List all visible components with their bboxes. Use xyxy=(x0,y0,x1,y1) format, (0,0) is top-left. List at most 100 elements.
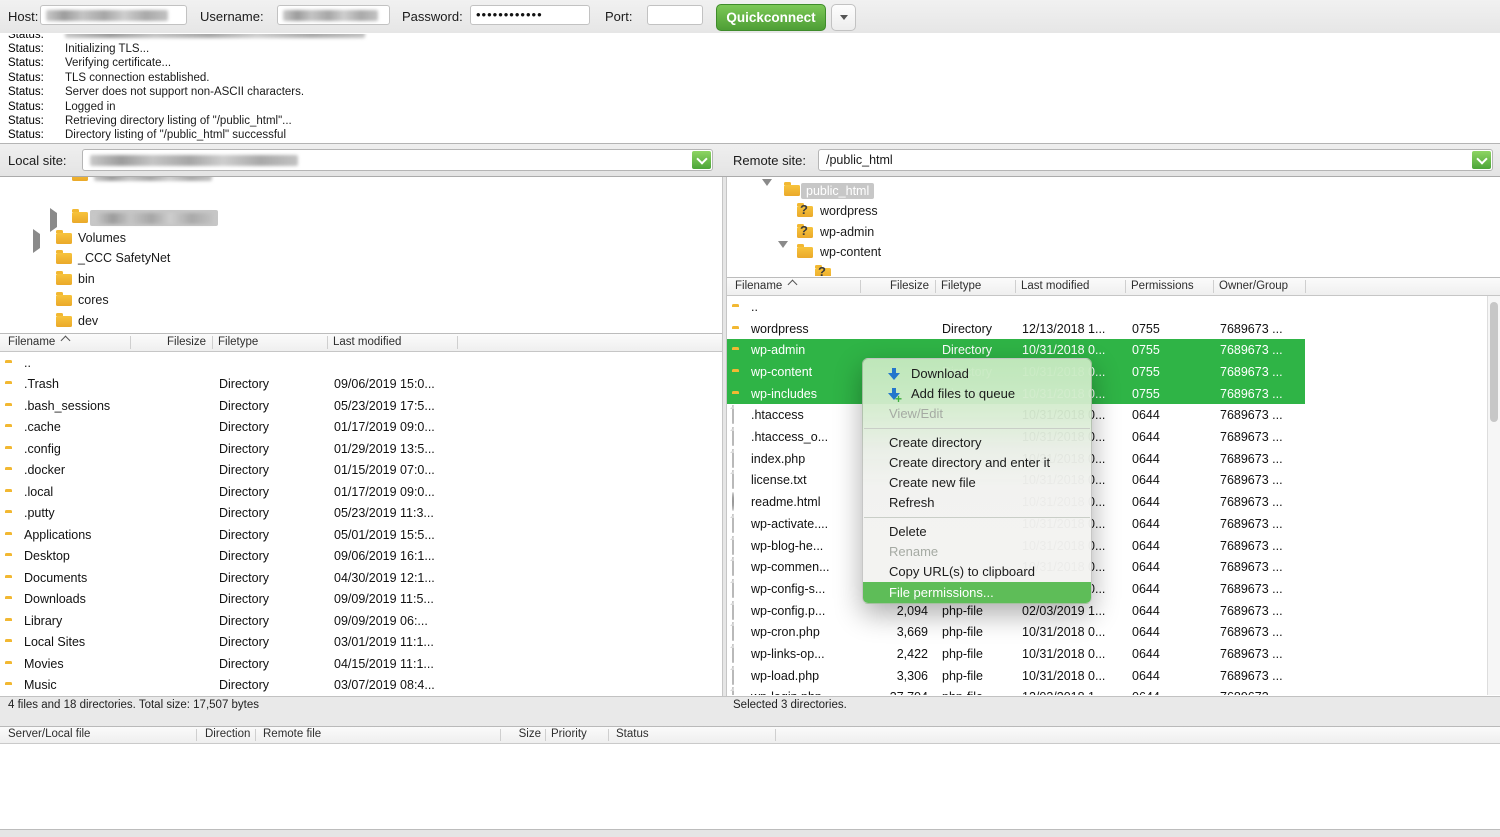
column-header-filename[interactable]: Filename xyxy=(8,336,69,348)
menu-item-create-new-file[interactable]: Create new file xyxy=(863,473,1091,493)
column-divider[interactable] xyxy=(775,729,776,741)
quickconnect-dropdown-button[interactable] xyxy=(831,4,856,31)
chevron-right-icon[interactable] xyxy=(50,213,57,227)
menu-item-add-files-to-queue[interactable]: Add files to queue+ xyxy=(863,384,1091,404)
chevron-down-icon[interactable] xyxy=(762,186,772,200)
scrollbar-thumb[interactable] xyxy=(1490,302,1498,422)
file-row-wp-login-php[interactable]: wp-login.php37,794php-file12/03/2018 1..… xyxy=(727,687,1487,695)
file-row-desktop[interactable]: DesktopDirectory09/06/2019 16:1... xyxy=(0,546,722,568)
column-divider[interactable] xyxy=(545,729,546,741)
file-row-license-txt[interactable]: license.txt10/31/2018 0...06447689673 ..… xyxy=(727,470,1487,492)
column-divider[interactable] xyxy=(1213,280,1214,293)
file-row-wp-admin[interactable]: wp-adminDirectory10/31/2018 0...07557689… xyxy=(727,339,1487,361)
horizontal-splitter[interactable] xyxy=(0,714,1500,727)
column-header-filesize[interactable]: Filesize xyxy=(167,336,206,348)
column-divider[interactable] xyxy=(500,729,501,741)
port-input[interactable] xyxy=(647,5,703,25)
password-input[interactable]: •••••••••••• xyxy=(470,5,590,25)
tree-item-wordpress[interactable]: ?wordpress xyxy=(727,201,1500,222)
remote-list-scrollbar[interactable] xyxy=(1487,296,1500,695)
chevron-right-icon[interactable] xyxy=(33,234,40,248)
file-row--[interactable]: .. xyxy=(0,352,722,374)
quickconnect-button[interactable]: Quickconnect xyxy=(716,4,826,31)
column-divider[interactable] xyxy=(1015,280,1016,293)
file-row-wp-commen-[interactable]: wp-commen...10/31/2018 0...06447689673 .… xyxy=(727,556,1487,578)
file-row-wp-links-op-[interactable]: wp-links-op...2,422php-file10/31/2018 0.… xyxy=(727,643,1487,665)
file-row-wp-content[interactable]: wp-contentDirectory10/31/2018 0...075576… xyxy=(727,361,1487,383)
tree-item-wp-admin[interactable]: ?wp-admin xyxy=(727,222,1500,243)
transfer-column-direction[interactable]: Direction xyxy=(205,728,250,740)
tree-item-cores[interactable]: cores xyxy=(0,290,722,311)
menu-item-delete[interactable]: Delete xyxy=(863,522,1091,542)
file-row-documents[interactable]: DocumentsDirectory04/30/2019 12:1... xyxy=(0,567,722,589)
column-header-last-modified[interactable]: Last modified xyxy=(333,336,401,348)
file-row-wp-includes[interactable]: wp-includesDirectory10/31/2018 0...07557… xyxy=(727,383,1487,405)
menu-item-create-directory[interactable]: Create directory xyxy=(863,433,1091,453)
file-row-applications[interactable]: ApplicationsDirectory05/01/2019 15:5... xyxy=(0,524,722,546)
column-divider[interactable] xyxy=(255,729,256,741)
column-divider[interactable] xyxy=(1125,280,1126,293)
chevron-down-icon[interactable] xyxy=(778,248,788,262)
menu-item-file-permissions-[interactable]: File permissions... xyxy=(863,582,1091,603)
column-header-last-modified[interactable]: Last modified xyxy=(1021,280,1089,292)
column-divider[interactable] xyxy=(212,336,213,349)
file-row-wp-cron-php[interactable]: wp-cron.php3,669php-file10/31/2018 0...0… xyxy=(727,622,1487,644)
menu-item-create-directory-and-enter-it[interactable]: Create directory and enter it xyxy=(863,453,1091,473)
username-input[interactable] xyxy=(277,5,390,25)
column-divider[interactable] xyxy=(608,729,609,741)
file-row-wordpress[interactable]: wordpressDirectory12/13/2018 1...0755768… xyxy=(727,318,1487,340)
tree-item-dev[interactable]: dev xyxy=(0,311,722,332)
tree-item[interactable]: ? xyxy=(727,263,1500,276)
file-row--config[interactable]: .configDirectory01/29/2019 13:5... xyxy=(0,438,722,460)
file-row--putty[interactable]: .puttyDirectory05/23/2019 11:3... xyxy=(0,503,722,525)
tree-item-public-html[interactable]: public_html xyxy=(727,180,1500,201)
column-divider[interactable] xyxy=(935,280,936,293)
file-row-local-sites[interactable]: Local SitesDirectory03/01/2019 11:1... xyxy=(0,632,722,654)
file-row-library[interactable]: LibraryDirectory09/09/2019 06:... xyxy=(0,610,722,632)
file-row-movies[interactable]: MoviesDirectory04/15/2019 11:1... xyxy=(0,653,722,675)
local-site-dropdown-button[interactable] xyxy=(692,151,711,169)
tree-item-wp-content[interactable]: wp-content xyxy=(727,242,1500,263)
menu-item-refresh[interactable]: Refresh xyxy=(863,493,1091,513)
tree-item--ccc-safetynet[interactable]: _CCC SafetyNet xyxy=(0,248,722,269)
column-divider[interactable] xyxy=(1305,280,1306,293)
file-row-index-php[interactable]: index.php10/31/2018 0...06447689673 ... xyxy=(727,448,1487,470)
file-row--htaccess-o-[interactable]: .htaccess_o...10/31/2018 0...06447689673… xyxy=(727,426,1487,448)
menu-item-download[interactable]: Download xyxy=(863,364,1091,384)
transfer-column-status[interactable]: Status xyxy=(616,728,649,740)
transfer-column-remote-file[interactable]: Remote file xyxy=(263,728,321,740)
remote-site-dropdown-button[interactable] xyxy=(1472,151,1491,169)
column-header-filename[interactable]: Filename xyxy=(735,280,796,292)
file-row--htaccess[interactable]: .htaccess10/31/2018 0...06447689673 ... xyxy=(727,405,1487,427)
transfer-column-size[interactable]: Size xyxy=(519,728,541,740)
tree-item-bin[interactable]: bin xyxy=(0,269,722,290)
tree-item[interactable] xyxy=(0,207,722,228)
file-row--docker[interactable]: .dockerDirectory01/15/2019 07:0... xyxy=(0,460,722,482)
menu-item-copy-url-s-to-clipboard[interactable]: Copy URL(s) to clipboard xyxy=(863,562,1091,582)
file-row--local[interactable]: .localDirectory01/17/2019 09:0... xyxy=(0,481,722,503)
file-row--cache[interactable]: .cacheDirectory01/17/2019 09:0... xyxy=(0,417,722,439)
file-row-downloads[interactable]: DownloadsDirectory09/09/2019 11:5... xyxy=(0,589,722,611)
file-row--trash[interactable]: .TrashDirectory09/06/2019 15:0... xyxy=(0,374,722,396)
tree-item-volumes[interactable]: Volumes xyxy=(0,228,722,249)
column-header-permissions[interactable]: Permissions xyxy=(1131,280,1194,292)
local-site-select[interactable] xyxy=(82,149,713,171)
file-row-wp-config-s-[interactable]: wp-config-s...10/31/2018 0...06447689673… xyxy=(727,578,1487,600)
file-row-wp-load-php[interactable]: wp-load.php3,306php-file10/31/2018 0...0… xyxy=(727,665,1487,687)
column-divider[interactable] xyxy=(130,336,131,349)
file-row-wp-config-p-[interactable]: wp-config.p...2,094php-file02/03/2019 1.… xyxy=(727,600,1487,622)
file-row-readme-html[interactable]: readme.html10/31/2018 0...06447689673 ..… xyxy=(727,491,1487,513)
column-header-owner-group[interactable]: Owner/Group xyxy=(1219,280,1288,292)
transfer-column-priority[interactable]: Priority xyxy=(551,728,587,740)
transfer-column-server-local-file[interactable]: Server/Local file xyxy=(8,728,90,740)
column-header-filesize[interactable]: Filesize xyxy=(890,280,929,292)
column-divider[interactable] xyxy=(457,336,458,349)
file-row--[interactable]: .. xyxy=(727,296,1487,318)
column-header-filetype[interactable]: Filetype xyxy=(218,336,258,348)
column-divider[interactable] xyxy=(196,729,197,741)
column-divider[interactable] xyxy=(860,280,861,293)
file-row--bash-sessions[interactable]: .bash_sessionsDirectory05/23/2019 17:5..… xyxy=(0,395,722,417)
file-row-wp-activate-[interactable]: wp-activate....10/31/2018 0...0644768967… xyxy=(727,513,1487,535)
host-input[interactable] xyxy=(40,5,187,25)
tree-item[interactable] xyxy=(0,177,722,186)
